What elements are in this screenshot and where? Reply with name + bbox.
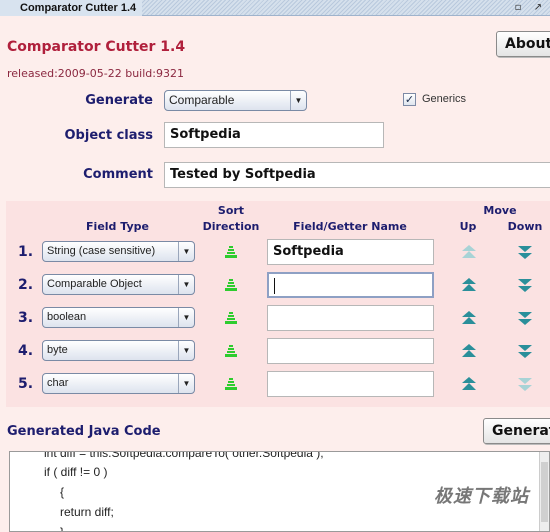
move-header: Move: [483, 204, 517, 217]
code-line: if ( diff != 0 ): [44, 465, 108, 479]
window-title: Comparator Cutter 1.4: [0, 0, 143, 16]
watermark-text: 极速下载站: [434, 486, 529, 507]
field-type-value: char: [47, 377, 69, 389]
field-type-value: boolean: [47, 311, 87, 323]
app-title: Comparator Cutter 1.4: [7, 39, 186, 55]
chevron-down-icon: ▼: [178, 341, 194, 360]
comment-input[interactable]: Tested by Softpedia: [164, 162, 550, 188]
text-caret: [274, 277, 275, 294]
row-number: 4.: [18, 343, 34, 359]
sort-ascending-icon[interactable]: [224, 376, 238, 390]
code-line: int diff = this.Softpedia.compareTo( oth…: [44, 451, 324, 460]
move-down-icon[interactable]: [517, 343, 533, 359]
direction-header: Direction: [202, 220, 260, 233]
code-scrollbar[interactable]: [539, 452, 549, 531]
down-header: Down: [507, 220, 543, 233]
sort-ascending-icon[interactable]: [224, 310, 238, 324]
generate-label: Generate: [85, 93, 153, 108]
move-up-icon: [461, 244, 477, 260]
field-type-select[interactable]: boolean ▼: [42, 307, 195, 328]
generate-select[interactable]: Comparable ▼: [164, 90, 307, 111]
row-number: 1.: [18, 244, 34, 260]
field-name-value: Softpedia: [273, 244, 344, 259]
generate-select-value: Comparable: [169, 93, 235, 107]
object-class-label: Object class: [64, 128, 154, 143]
chevron-down-icon: ▼: [178, 242, 194, 261]
field-name-input[interactable]: [267, 272, 434, 298]
field-type-select[interactable]: char ▼: [42, 373, 195, 394]
code-line: }: [60, 525, 65, 532]
row-number: 3.: [18, 310, 34, 326]
sort-ascending-icon[interactable]: [224, 244, 238, 258]
code-line: {: [60, 485, 65, 499]
field-getter-header: Field/Getter Name: [293, 220, 407, 233]
field-name-input[interactable]: [267, 338, 434, 364]
comment-label: Comment: [83, 167, 153, 182]
move-down-icon[interactable]: [517, 310, 533, 326]
generics-checkbox[interactable]: ✓: [403, 93, 416, 106]
move-down-icon: [517, 376, 533, 392]
field-name-input[interactable]: Softpedia: [267, 239, 434, 265]
generics-label: Generics: [422, 93, 467, 105]
sort-header: Sort: [217, 204, 245, 217]
scrollbar-thumb[interactable]: [541, 462, 548, 522]
window-titlebar: Comparator Cutter 1.4 ▫ ↗: [0, 0, 550, 16]
chevron-down-icon: ▼: [290, 91, 306, 110]
sort-ascending-icon[interactable]: [224, 277, 238, 291]
row-number: 2.: [18, 277, 34, 293]
field-type-value: Comparable Object: [47, 278, 142, 290]
code-line: return diff;: [60, 505, 114, 519]
move-down-icon[interactable]: [517, 244, 533, 260]
object-class-input[interactable]: Softpedia: [164, 122, 384, 148]
move-up-icon[interactable]: [461, 376, 477, 392]
sort-ascending-icon[interactable]: [224, 343, 238, 357]
chevron-down-icon: ▼: [178, 308, 194, 327]
field-type-select[interactable]: Comparable Object ▼: [42, 274, 195, 295]
maximize-icon[interactable]: ↗: [532, 2, 544, 14]
field-type-select[interactable]: String (case sensitive) ▼: [42, 241, 195, 262]
about-button[interactable]: About: [496, 31, 550, 57]
move-up-icon[interactable]: [461, 343, 477, 359]
move-up-icon[interactable]: [461, 310, 477, 326]
field-type-value: String (case sensitive): [47, 245, 156, 257]
field-name-input[interactable]: [267, 371, 434, 397]
field-type-select[interactable]: byte ▼: [42, 340, 195, 361]
move-down-icon[interactable]: [517, 277, 533, 293]
field-type-value: byte: [47, 344, 68, 356]
chevron-down-icon: ▼: [178, 275, 194, 294]
row-number: 5.: [18, 376, 34, 392]
generated-code-title: Generated Java Code: [7, 424, 161, 439]
field-name-input[interactable]: [267, 305, 434, 331]
up-header: Up: [459, 220, 477, 233]
release-info: released:2009-05-22 build:9321: [7, 67, 184, 80]
move-up-icon[interactable]: [461, 277, 477, 293]
chevron-down-icon: ▼: [178, 374, 194, 393]
restore-icon[interactable]: ▫: [512, 2, 524, 14]
generate-button[interactable]: Generate: [483, 418, 550, 444]
field-type-header: Field Type: [86, 220, 149, 233]
